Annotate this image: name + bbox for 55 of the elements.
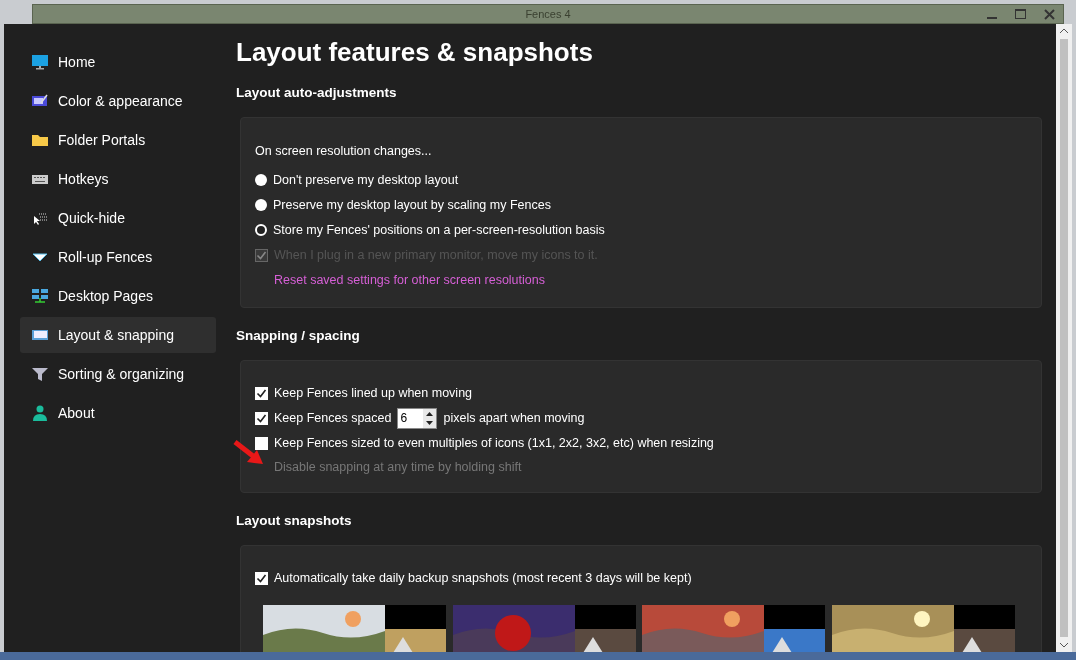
sidebar-item[interactable]: Sorting & organizing	[20, 356, 216, 392]
sidebar-item[interactable]: Folder Portals	[20, 122, 216, 158]
radio-button[interactable]	[255, 174, 267, 187]
hint-text: Disable snapping at any time by holding shift	[274, 458, 522, 476]
sidebar-item[interactable]: Desktop Pages	[20, 278, 216, 314]
check-icon	[256, 388, 267, 400]
sidebar-item[interactable]: Hotkeys	[20, 161, 216, 197]
checkbox[interactable]	[255, 412, 268, 426]
radio-button[interactable]	[255, 199, 267, 212]
section-title: Layout snapshots	[236, 512, 353, 531]
scroll-down-icon[interactable]	[1060, 643, 1068, 648]
screen-icon	[32, 327, 48, 343]
spinner-value: 6	[399, 410, 409, 428]
option-label: On screen resolution changes...	[255, 143, 432, 158]
close-icon[interactable]	[1044, 8, 1055, 20]
up-down-arrows-icon[interactable]	[423, 409, 437, 429]
radio-button[interactable]	[255, 224, 267, 237]
person-icon	[32, 405, 48, 421]
scroll-thumb[interactable]	[1060, 39, 1068, 637]
monitor-brush-icon	[32, 93, 48, 109]
maximize-icon[interactable]	[1015, 9, 1026, 19]
funnel-icon	[32, 366, 48, 382]
sidebar-item[interactable]: Layout & snapping	[20, 317, 216, 353]
option-label: Store my Fences' positions on a per-screen-resolution basis	[273, 221, 605, 239]
grid-icon	[32, 288, 48, 304]
option-label: Preserve my desktop layout by scaling my Fences	[273, 196, 551, 214]
window-title: Fences 4	[525, 6, 571, 22]
section-title: Layout auto-adjustments	[236, 83, 398, 102]
option-label: Don't preserve my desktop layout	[273, 171, 459, 189]
sidebar-item[interactable]: Color & appearance	[20, 83, 216, 119]
checkbox[interactable]	[255, 437, 268, 451]
option-label: Automatically take daily backup snapshots (most recent 3 days will be kept)	[274, 570, 692, 588]
option-label: pixels apart when moving	[443, 410, 585, 428]
arrow-icon	[233, 440, 265, 466]
sidebar-item[interactable]: Quick-hide	[20, 200, 216, 236]
check-icon	[256, 573, 267, 585]
scroll-up-icon[interactable]	[1060, 28, 1068, 33]
check-icon	[256, 413, 267, 425]
option-label: Keep Fences lined up when moving	[274, 385, 473, 403]
option-label: Keep Fences sized to even multiples of icons (1x1, 2x2, 3x2, etc) when resizing	[274, 435, 714, 453]
section-title: Snapping / spacing	[236, 326, 361, 345]
check-icon	[256, 249, 267, 261]
monitor-icon	[32, 54, 48, 70]
scrollbar[interactable]	[1056, 24, 1072, 652]
page-title: Layout features & snapshots	[236, 38, 594, 67]
checkbox[interactable]	[255, 572, 268, 586]
sidebar-item[interactable]: Roll-up Fences	[20, 239, 216, 275]
checkbox[interactable]	[255, 387, 268, 401]
reset-link[interactable]: Reset saved settings for other screen resolutions	[274, 270, 545, 290]
cursor-icon	[32, 210, 48, 226]
sidebar-item[interactable]: About	[20, 395, 216, 431]
option-label: Keep Fences spaced	[274, 410, 392, 428]
sidebar-item[interactable]: Home	[20, 44, 216, 80]
number-spinner[interactable]: 6	[397, 408, 438, 430]
folder-icon	[32, 132, 48, 148]
